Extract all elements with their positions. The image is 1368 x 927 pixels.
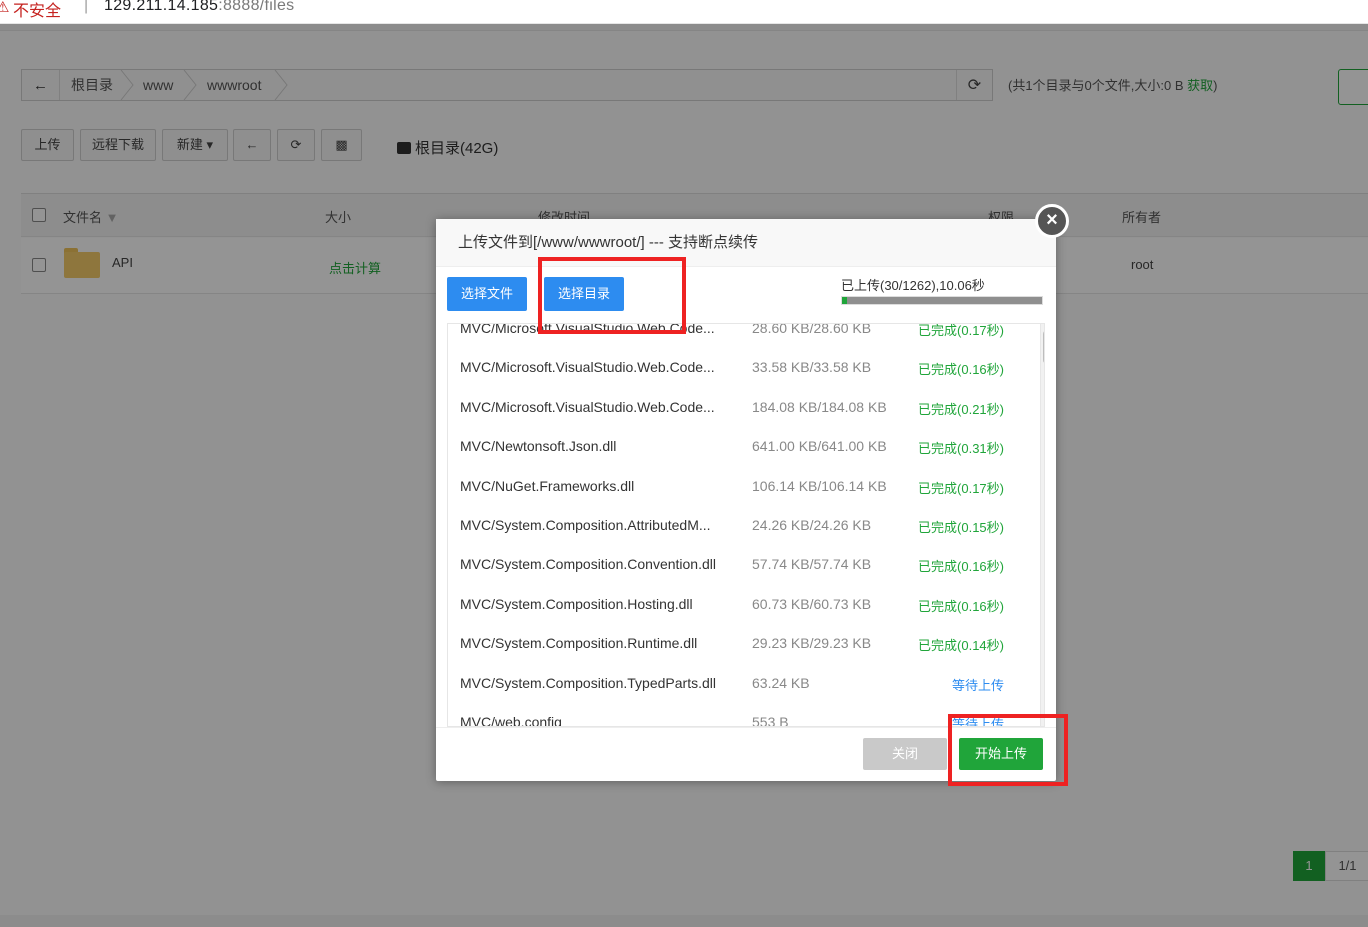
address-bar[interactable]: ⚠ 不安全 | 129.211.14.185:8888/files	[0, 0, 1368, 24]
upload-file-size: 106.14 KB/106.14 KB	[752, 477, 887, 494]
upload-file-size: 24.26 KB/24.26 KB	[752, 516, 872, 533]
upload-file-status: 已完成(0.31秒)	[918, 441, 1004, 457]
address-separator: |	[84, 0, 89, 14]
upload-file-name: MVC/System.Composition.Convention.dll	[460, 556, 716, 573]
highlight-box-start-upload	[948, 714, 1068, 786]
upload-file-size: 28.60 KB/28.60 KB	[752, 323, 872, 336]
upload-file-row: MVC/Newtonsoft.Json.dll 641.00 KB/641.00 …	[448, 436, 1028, 475]
close-icon[interactable]: ×	[1035, 204, 1069, 238]
upload-file-size: 57.74 KB/57.74 KB	[752, 556, 872, 573]
file-rows: MVC/Microsoft.VisualStudio.Web.Code... 28…	[448, 323, 1044, 727]
upload-file-name: MVC/System.Composition.TypedParts.dll	[460, 674, 716, 691]
upload-file-size: 63.24 KB	[752, 674, 810, 691]
highlight-box-select-directory	[538, 257, 686, 334]
upload-file-list[interactable]: MVC/Microsoft.VisualStudio.Web.Code... 28…	[447, 323, 1045, 727]
upload-file-status: 已完成(0.15秒)	[918, 519, 1004, 535]
upload-file-row: MVC/NuGet.Frameworks.dll 106.14 KB/106.14…	[448, 476, 1028, 515]
upload-progress-fill	[842, 297, 847, 304]
upload-file-status: 已完成(0.21秒)	[918, 401, 1004, 417]
upload-file-name: MVC/Microsoft.VisualStudio.Web.Code...	[460, 398, 715, 415]
close-button[interactable]: 关闭	[863, 738, 947, 770]
upload-file-size: 184.08 KB/184.08 KB	[752, 398, 887, 415]
scrollbar-thumb[interactable]	[1043, 330, 1044, 364]
upload-file-name: MVC/System.Composition.Hosting.dll	[460, 595, 693, 612]
url-host: 129.211.14.185	[104, 0, 219, 14]
upload-file-size: 553 B	[752, 713, 789, 727]
upload-file-status: 已完成(0.14秒)	[918, 638, 1004, 654]
upload-file-row: MVC/System.Composition.TypedParts.dll 63.…	[448, 673, 1028, 712]
upload-file-status: 已完成(0.17秒)	[918, 480, 1004, 496]
warning-icon: ⚠	[0, 0, 10, 16]
upload-progress-bar	[841, 296, 1043, 305]
upload-file-name: MVC/Newtonsoft.Json.dll	[460, 438, 617, 455]
file-list-scrollbar[interactable]	[1040, 324, 1044, 726]
upload-file-name: MVC/System.Composition.AttributedM...	[460, 516, 711, 533]
upload-file-row: MVC/System.Composition.Convention.dll 57.…	[448, 554, 1028, 593]
dialog-title: 上传文件到[/www/wwwroot/] --- 支持断点续传	[436, 219, 1056, 267]
upload-file-row: MVC/System.Composition.AttributedM... 24.…	[448, 515, 1028, 554]
upload-file-row: MVC/Microsoft.VisualStudio.Web.Code... 28…	[448, 323, 1028, 357]
upload-file-row: MVC/Microsoft.VisualStudio.Web.Code... 18…	[448, 397, 1028, 436]
upload-file-size: 641.00 KB/641.00 KB	[752, 438, 887, 455]
upload-progress-text: 已上传(30/1262),10.06秒	[841, 278, 985, 293]
upload-file-row: MVC/Microsoft.VisualStudio.Web.Code... 33…	[448, 357, 1028, 396]
upload-file-status: 等待上传	[951, 677, 1004, 693]
upload-file-status: 已完成(0.16秒)	[918, 362, 1004, 378]
upload-file-row: MVC/System.Composition.Hosting.dll 60.73 …	[448, 594, 1028, 633]
upload-dialog: 上传文件到[/www/wwwroot/] --- 支持断点续传 选择文件 选择目…	[436, 219, 1056, 781]
upload-file-status: 已完成(0.16秒)	[918, 559, 1004, 575]
upload-file-name: MVC/NuGet.Frameworks.dll	[460, 477, 635, 494]
upload-file-name: MVC/web.config	[460, 713, 562, 727]
insecure-label: 不安全	[13, 3, 62, 20]
upload-file-size: 29.23 KB/29.23 KB	[752, 635, 872, 652]
url-text[interactable]: 129.211.14.185:8888/files	[104, 0, 294, 15]
url-path: :8888/files	[218, 0, 295, 14]
upload-file-name: MVC/Microsoft.VisualStudio.Web.Code...	[460, 359, 715, 376]
upload-file-status: 已完成(0.16秒)	[918, 598, 1004, 614]
upload-file-row: MVC/System.Composition.Runtime.dll 29.23 …	[448, 633, 1028, 672]
upload-file-name: MVC/System.Composition.Runtime.dll	[460, 635, 698, 652]
upload-file-size: 33.58 KB/33.58 KB	[752, 359, 872, 376]
select-files-button[interactable]: 选择文件	[447, 277, 528, 311]
upload-file-size: 60.73 KB/60.73 KB	[752, 595, 872, 612]
upload-file-status: 已完成(0.17秒)	[918, 323, 1004, 338]
upload-file-row: MVC/web.config 553 B 等待上传	[448, 712, 1028, 727]
